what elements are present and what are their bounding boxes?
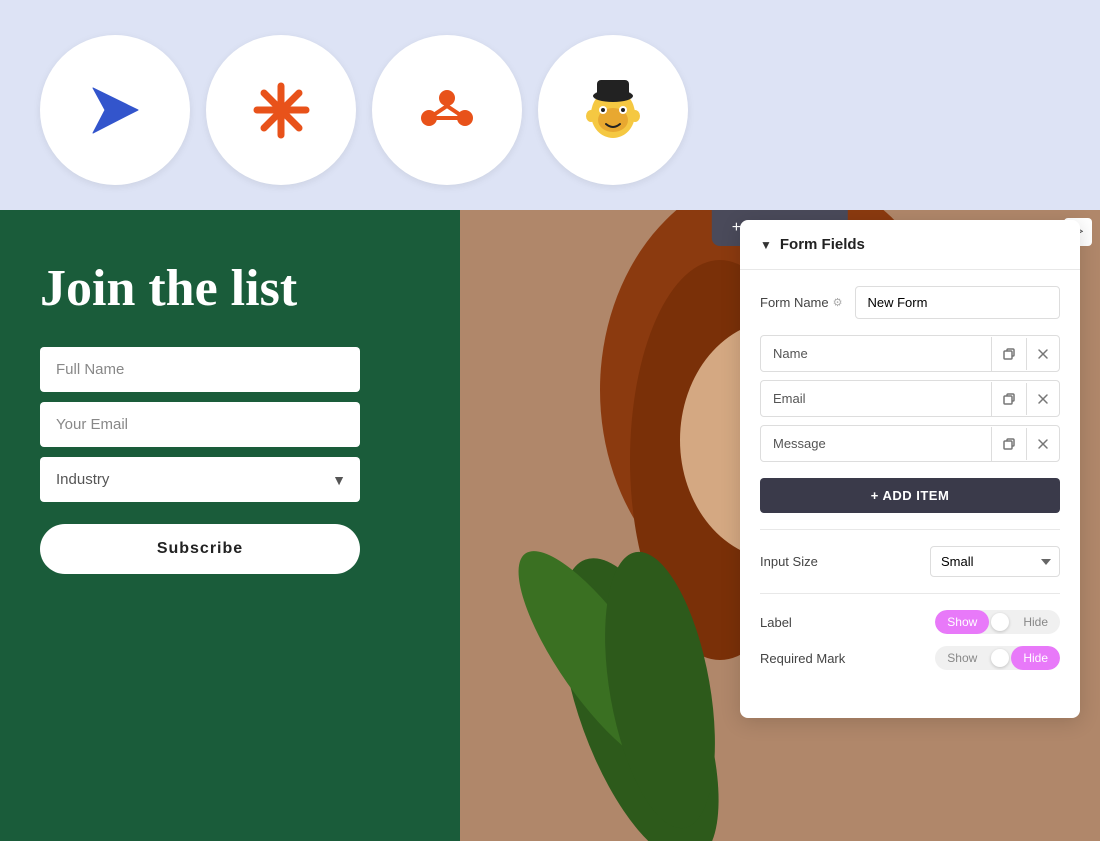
- green-panel: Join the list Industry Technology Health…: [0, 210, 460, 841]
- field-actions-message: [991, 427, 1059, 461]
- asterisk-logo: [206, 35, 356, 185]
- remove-name-button[interactable]: [1026, 338, 1059, 370]
- top-section: [0, 0, 1100, 210]
- label-hide-option: Hide: [1011, 610, 1060, 634]
- email-input[interactable]: [40, 402, 360, 447]
- field-row-message: Message: [760, 425, 1060, 462]
- join-heading: Join the list: [40, 260, 420, 317]
- form-fields-panel: ▼ Form Fields Form Name ⚙ Name: [740, 220, 1080, 718]
- settings-icon: ⚙: [833, 296, 843, 309]
- remove-email-button[interactable]: [1026, 383, 1059, 415]
- duplicate-email-button[interactable]: [991, 382, 1026, 416]
- field-row-email: Email: [760, 380, 1060, 417]
- copy-icon: [1002, 347, 1016, 361]
- label-toggle[interactable]: Show Hide: [935, 610, 1060, 634]
- hubspot-logo: [372, 35, 522, 185]
- panel-divider-2: [760, 593, 1060, 594]
- label-show-option: Show: [935, 610, 989, 634]
- image-panel: + ⠿ × ✏ ▼ Form Fields: [460, 210, 1100, 841]
- copy-icon-email: [1002, 392, 1016, 406]
- pointer-logo: [40, 35, 190, 185]
- field-label-message: Message: [761, 426, 991, 461]
- required-hide-option: Hide: [1011, 646, 1060, 670]
- copy-icon-message: [1002, 437, 1016, 451]
- panel-divider: [760, 529, 1060, 530]
- panel-body: Form Name ⚙ Name: [740, 270, 1080, 698]
- input-size-select[interactable]: Small Medium Large: [930, 546, 1060, 577]
- remove-message-button[interactable]: [1026, 428, 1059, 460]
- input-size-label: Input Size: [760, 554, 818, 569]
- panel-header: ▼ Form Fields: [740, 220, 1080, 270]
- close-message-icon: [1037, 438, 1049, 450]
- subscribe-button[interactable]: Subscribe: [40, 524, 360, 574]
- mailchimp-logo: [538, 35, 688, 185]
- required-toggle-dot: [991, 649, 1009, 667]
- close-field-icon: [1037, 348, 1049, 360]
- field-row-name: Name: [760, 335, 1060, 372]
- label-toggle-dot: [991, 613, 1009, 631]
- label-setting-label: Label: [760, 615, 792, 630]
- duplicate-name-button[interactable]: [991, 337, 1026, 371]
- required-show-option: Show: [935, 646, 989, 670]
- field-actions-name: [991, 337, 1059, 371]
- field-actions-email: [991, 382, 1059, 416]
- close-email-icon: [1037, 393, 1049, 405]
- panel-title: Form Fields: [780, 236, 865, 253]
- label-toggle-row: Label Show Hide: [760, 610, 1060, 634]
- form-name-input[interactable]: [855, 286, 1061, 319]
- full-name-input[interactable]: [40, 347, 360, 392]
- add-item-button[interactable]: + ADD ITEM: [760, 478, 1060, 513]
- duplicate-message-button[interactable]: [991, 427, 1026, 461]
- collapse-triangle-icon[interactable]: ▼: [760, 238, 772, 252]
- required-mark-label: Required Mark: [760, 651, 845, 666]
- form-name-label: Form Name ⚙: [760, 295, 843, 310]
- field-label-name: Name: [761, 336, 991, 371]
- required-mark-toggle[interactable]: Show Hide: [935, 646, 1060, 670]
- industry-select[interactable]: Industry Technology Healthcare Finance E…: [40, 457, 360, 502]
- field-label-email: Email: [761, 381, 991, 416]
- industry-select-wrapper: Industry Technology Healthcare Finance E…: [40, 457, 360, 502]
- input-size-row: Input Size Small Medium Large: [760, 546, 1060, 577]
- required-mark-row: Required Mark Show Hide: [760, 646, 1060, 670]
- form-name-row: Form Name ⚙: [760, 286, 1060, 319]
- bottom-section: Join the list Industry Technology Health…: [0, 210, 1100, 841]
